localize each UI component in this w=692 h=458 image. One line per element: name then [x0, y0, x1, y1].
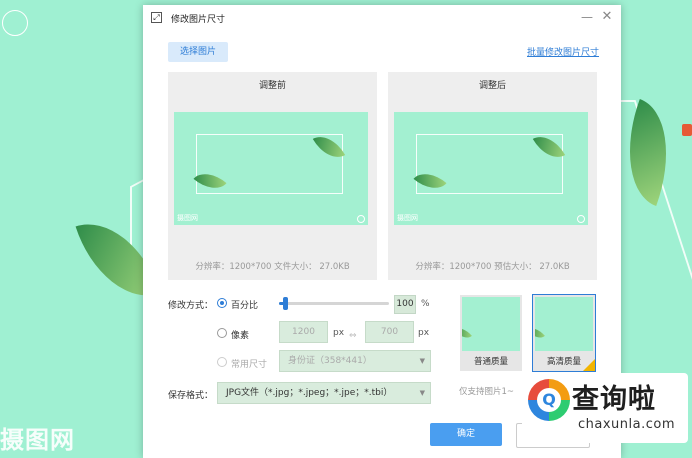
before-preview-image: 摄图网 — [174, 112, 368, 225]
dialog-title: 修改图片尺寸 — [171, 15, 226, 25]
before-label: 调整前 — [258, 81, 286, 91]
after-panel: 调整后 摄图网 分辨率：1200*700 预估大小： 27.0KB — [388, 72, 597, 280]
preview-corner-mark — [357, 215, 365, 223]
bg-red-badge — [682, 124, 692, 136]
ok-button[interactable]: 确定 — [430, 423, 502, 446]
quality-hd[interactable]: 高清质量 — [532, 294, 596, 372]
percent-label[interactable]: 百分比 — [231, 298, 258, 311]
thumb-leaf — [462, 323, 472, 343]
resize-icon: ⤢ — [151, 12, 162, 23]
width-unit: px — [333, 328, 345, 338]
common-size-radio[interactable] — [217, 357, 227, 367]
percent-value-field[interactable]: 100 — [394, 295, 416, 314]
quality-thumbnail — [462, 297, 520, 351]
chaxunla-logo: Q 查询啦 chaxunla.com — [522, 373, 688, 443]
link-ratio-icon[interactable]: ⇔ — [349, 331, 357, 341]
chevron-down-icon: ▼ — [419, 357, 425, 365]
percent-slider[interactable] — [279, 297, 389, 310]
search-logo-icon: Q — [528, 379, 570, 421]
chevron-down-icon: ▼ — [419, 389, 425, 397]
quality-normal[interactable]: 普通质量 — [460, 295, 522, 371]
after-preview-image: 摄图网 — [394, 112, 588, 225]
batch-resize-link[interactable]: 批量修改图片尺寸 — [527, 45, 599, 58]
preview-watermark: 摄图网 — [397, 214, 418, 222]
height-field[interactable]: 700 — [365, 321, 414, 343]
percent-radio[interactable] — [217, 298, 227, 308]
common-size-value: 身份证（358*441） — [288, 356, 372, 366]
preview-watermark: 摄图网 — [177, 214, 198, 222]
pixel-label[interactable]: 像素 — [231, 328, 249, 341]
width-field[interactable]: 1200 — [279, 321, 328, 343]
height-unit: px — [418, 328, 430, 338]
bg-watermark: 摄图网 — [0, 426, 75, 454]
preview-corner-mark — [577, 215, 585, 223]
after-label: 调整后 — [478, 81, 506, 91]
slider-handle[interactable] — [282, 297, 288, 310]
format-select[interactable]: JPG文件（*.jpg；*.jpeg；*.jpe；*.tbi） ▼ — [217, 382, 431, 404]
size-hint: 仅支持图片1~ — [459, 387, 515, 397]
format-value: JPG文件（*.jpg；*.jpeg；*.jpe；*.tbi） — [226, 388, 393, 398]
modify-mode-label: 修改方式： — [168, 301, 214, 311]
common-size-select[interactable]: 身份证（358*441） ▼ — [279, 350, 431, 372]
format-label: 保存格式： — [168, 391, 214, 401]
logo-brand-en: chaxunla.com — [578, 417, 675, 432]
quality-thumbnail — [535, 297, 593, 351]
quality-normal-label: 普通质量 — [473, 357, 508, 367]
search-icon: Q — [537, 388, 561, 412]
dialog-titlebar[interactable]: ⤢ 修改图片尺寸 — ✕ — [143, 5, 621, 31]
bg-circle-decoration — [2, 10, 28, 36]
before-info: 分辨率：1200*700 文件大小： 27.0KB — [195, 262, 350, 272]
common-size-label[interactable]: 常用尺寸 — [231, 357, 267, 370]
pixel-radio[interactable] — [217, 328, 227, 338]
before-panel: 调整前 摄图网 分辨率：1200*700 文件大小： 27.0KB — [168, 72, 377, 280]
selected-check-icon — [583, 359, 595, 371]
close-icon[interactable]: ✕ — [601, 10, 613, 24]
minimize-icon[interactable]: — — [581, 11, 593, 23]
thumb-leaf — [535, 323, 545, 343]
after-info: 分辨率：1200*700 预估大小： 27.0KB — [415, 262, 570, 272]
percent-unit: % — [421, 299, 430, 309]
select-image-button[interactable]: 选择图片 — [168, 42, 228, 62]
logo-brand-cn: 查询啦 — [572, 384, 656, 415]
